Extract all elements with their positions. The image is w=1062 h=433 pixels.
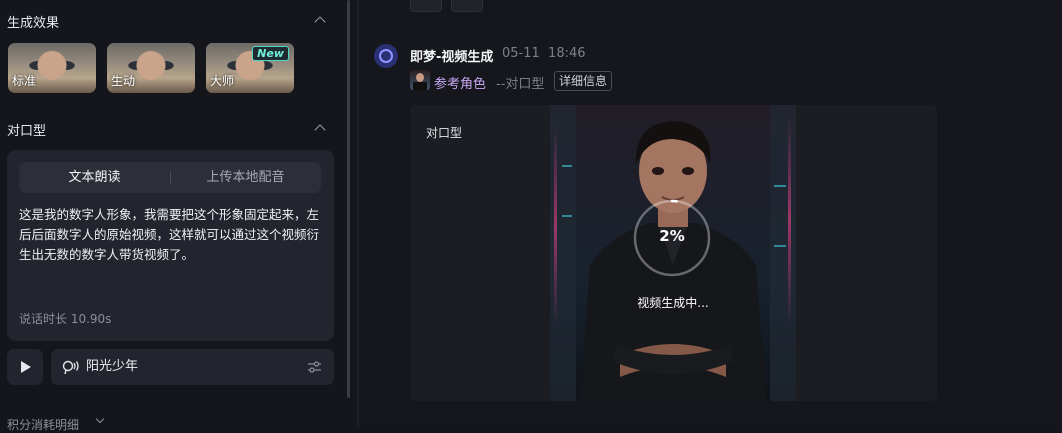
tab-text-reading[interactable]: 文本朗读 — [19, 162, 170, 193]
generation-status: 视频生成中... — [637, 296, 709, 310]
logo-ring-icon — [379, 49, 393, 63]
tab-upload-local-audio[interactable]: 上传本地配音 — [170, 162, 321, 193]
video-preview[interactable]: 2% 视频生成中... — [550, 105, 796, 401]
sliders-icon[interactable] — [307, 360, 322, 374]
left-scrollbar[interactable] — [347, 0, 350, 398]
result-type-label: 对口型 — [426, 126, 463, 140]
voice-name: 阳光少年 — [86, 359, 139, 374]
lipsync-card: 文本朗读 上传本地配音 这是我的数字人形象，我需要把这个形象固定起来，左后后面数… — [7, 150, 334, 341]
lipsync-tabs: 文本朗读 上传本地配音 — [19, 162, 321, 193]
shirt-shape — [413, 82, 427, 90]
speech-duration: 说话时长 10.90s — [19, 312, 112, 326]
points-detail-link[interactable]: 积分消耗明细 — [7, 416, 79, 433]
effect-label: 大师 — [210, 74, 235, 88]
lipsync-section-title: 对口型 — [7, 124, 47, 139]
message-timestamp: 05-11 18:46 — [502, 46, 586, 61]
effect-option-standard[interactable]: 标准 — [8, 43, 96, 93]
effects-section-title: 生成效果 — [7, 16, 60, 31]
message-date: 05-11 — [502, 46, 540, 61]
effect-option-vivid[interactable]: 生动 — [107, 43, 195, 93]
face-shape — [416, 73, 424, 82]
progress-percentage: 2% — [659, 227, 685, 245]
voice-speaker-icon — [62, 360, 79, 375]
previous-message-action-button[interactable] — [451, 0, 483, 12]
chevron-down-icon[interactable] — [95, 414, 105, 424]
reference-character-label[interactable]: 参考角色 — [434, 73, 486, 92]
effect-option-master[interactable]: New 大师 — [206, 43, 294, 93]
effect-label: 生动 — [111, 74, 136, 88]
new-badge: New — [252, 46, 289, 61]
collapse-lipsync-icon[interactable] — [314, 124, 326, 136]
previous-message-action-button[interactable] — [410, 0, 442, 12]
script-textarea[interactable]: 这是我的数字人形象，我需要把这个形象固定起来，左后后面数字人的原始视频，这样就可… — [19, 205, 324, 265]
voice-selector[interactable]: 阳光少年 — [51, 349, 334, 385]
video-result-card: 对口型 2% 视频生成中... — [410, 105, 937, 401]
reference-type: --对口型 — [496, 77, 545, 92]
message-time: 18:46 — [548, 46, 586, 61]
message-sender: 即梦-视频生成 — [410, 50, 494, 65]
reference-character-thumbnail[interactable] — [410, 70, 430, 90]
detail-info-button[interactable]: 详细信息 — [554, 71, 613, 91]
play-icon — [21, 361, 31, 373]
left-panel: 生成效果 标准 生动 New 大师 对口型 文本朗读 上传本地配音 这是我的数字… — [0, 0, 346, 432]
effect-label: 标准 — [12, 74, 37, 88]
play-button[interactable] — [7, 349, 43, 385]
collapse-effects-icon[interactable] — [314, 16, 326, 28]
jimeng-avatar — [374, 44, 398, 68]
